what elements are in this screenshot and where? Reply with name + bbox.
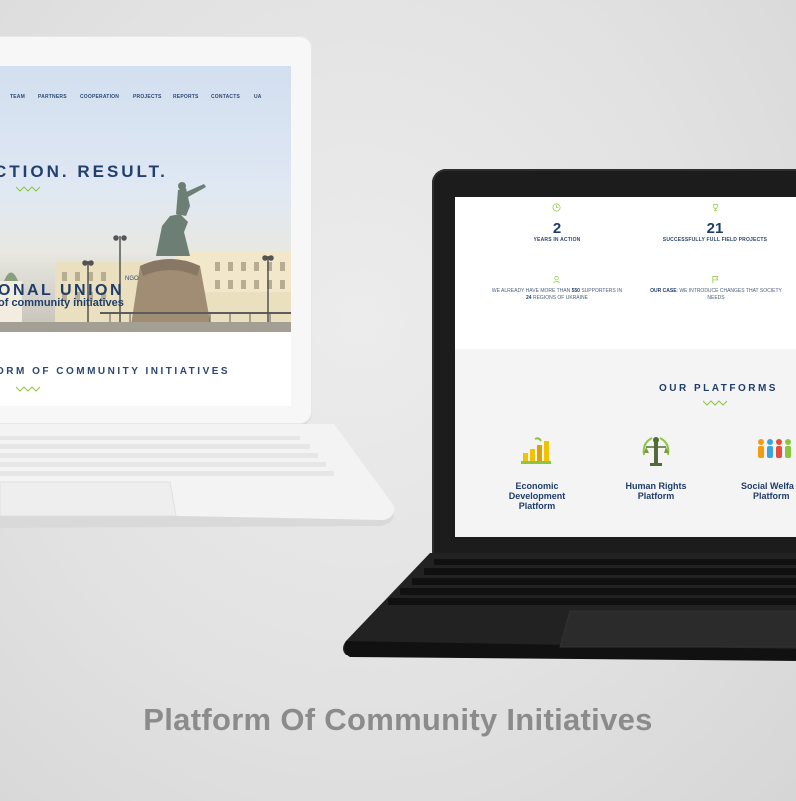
nav-partners[interactable]: PARTNERS — [38, 94, 67, 100]
platform-label: Human Rights — [625, 481, 687, 491]
justice-icon[interactable] — [640, 435, 672, 469]
our-case-label: OUR CASE — [650, 288, 677, 294]
bar-chart-icon[interactable] — [519, 437, 553, 467]
info-text: NEEDS — [707, 295, 725, 301]
zigzag-divider-icon — [16, 386, 40, 392]
info-text: WE ALREADY HAVE MORE THAN — [491, 288, 572, 294]
platform-label: Social Welfa — [741, 481, 794, 491]
stat-number: 21 — [706, 220, 724, 237]
nav-language[interactable]: UA — [254, 94, 262, 100]
platform-label: Platform — [518, 501, 556, 511]
flag-icon — [712, 275, 719, 284]
zigzag-divider-icon — [16, 186, 40, 192]
info-text: : WE INTRODUCE CHANGES THAT SOCIETY — [676, 288, 782, 294]
nav-projects[interactable]: PROJECTS — [133, 94, 162, 100]
white-laptop-keyboard-base — [0, 424, 395, 528]
platforms-heading: OUR PLATFORMS — [659, 383, 778, 394]
stats-section: 2 YEARS IN ACTION 21 SUCCESSFULLY FULL F… — [455, 197, 796, 349]
zigzag-divider-icon — [703, 400, 727, 406]
platform-human-rights[interactable]: Human Rights Platform — [605, 481, 707, 501]
platforms-section: OUR PLATFORMS Economic Development Platf… — [455, 349, 796, 537]
stat-years: 2 YEARS IN ACTION — [507, 220, 607, 243]
hero-banner: TEAM PARTNERS COOPERATION PROJECTS REPOR… — [0, 66, 291, 332]
stat-label: YEARS IN ACTION — [533, 237, 581, 243]
top-navigation: TEAM PARTNERS COOPERATION PROJECTS REPOR… — [0, 94, 291, 104]
black-laptop-screen: 2 YEARS IN ACTION 21 SUCCESSFULLY FULL F… — [455, 197, 796, 537]
hero-slogan: CTION. RESULT. — [0, 162, 168, 181]
info-text: SUPPORTERS IN — [579, 288, 623, 294]
nav-reports[interactable]: REPORTS — [173, 94, 199, 100]
nav-contacts[interactable]: CONTACTS — [211, 94, 240, 100]
ngo-label: NGO — [125, 276, 139, 282]
page-caption: Platform Of Community Initiatives — [143, 702, 653, 737]
nav-cooperation[interactable]: COOPERATION — [80, 94, 119, 100]
platform-heading: ORM OF COMMUNITY INITIATIVES — [0, 366, 231, 377]
supporter-count: 550 — [571, 288, 580, 294]
platform-label: Platform — [637, 491, 675, 501]
trophy-icon — [713, 203, 718, 212]
platform-label: Platform — [753, 491, 790, 501]
nav-team[interactable]: TEAM — [10, 94, 25, 100]
stat-projects: 21 SUCCESSFULLY FULL FIELD PROJECTS — [655, 220, 775, 243]
white-laptop-screen: TEAM PARTNERS COOPERATION PROJECTS REPOR… — [0, 66, 291, 406]
platform-economic[interactable]: Economic Development Platform — [485, 481, 589, 511]
people-icon[interactable] — [756, 437, 796, 467]
supporters-info: WE ALREADY HAVE MORE THAN 550 SUPPORTERS… — [477, 288, 637, 302]
clock-icon — [552, 203, 561, 212]
platform-social-welfare[interactable]: Social Welfa Platform — [731, 481, 796, 501]
our-case-info: OUR CASE: WE INTRODUCE CHANGES THAT SOCI… — [640, 288, 792, 302]
info-text: REGIONS OF UKRAINE — [531, 295, 588, 301]
black-laptop-keyboard-base — [343, 553, 796, 661]
union-subtitle: of community initiatives — [0, 297, 124, 309]
stat-number: 2 — [552, 220, 562, 237]
stat-label: SUCCESSFULLY FULL FIELD PROJECTS — [662, 237, 768, 243]
platform-label: Development — [508, 491, 566, 501]
user-icon — [553, 275, 560, 284]
platform-label: Economic — [515, 481, 559, 491]
